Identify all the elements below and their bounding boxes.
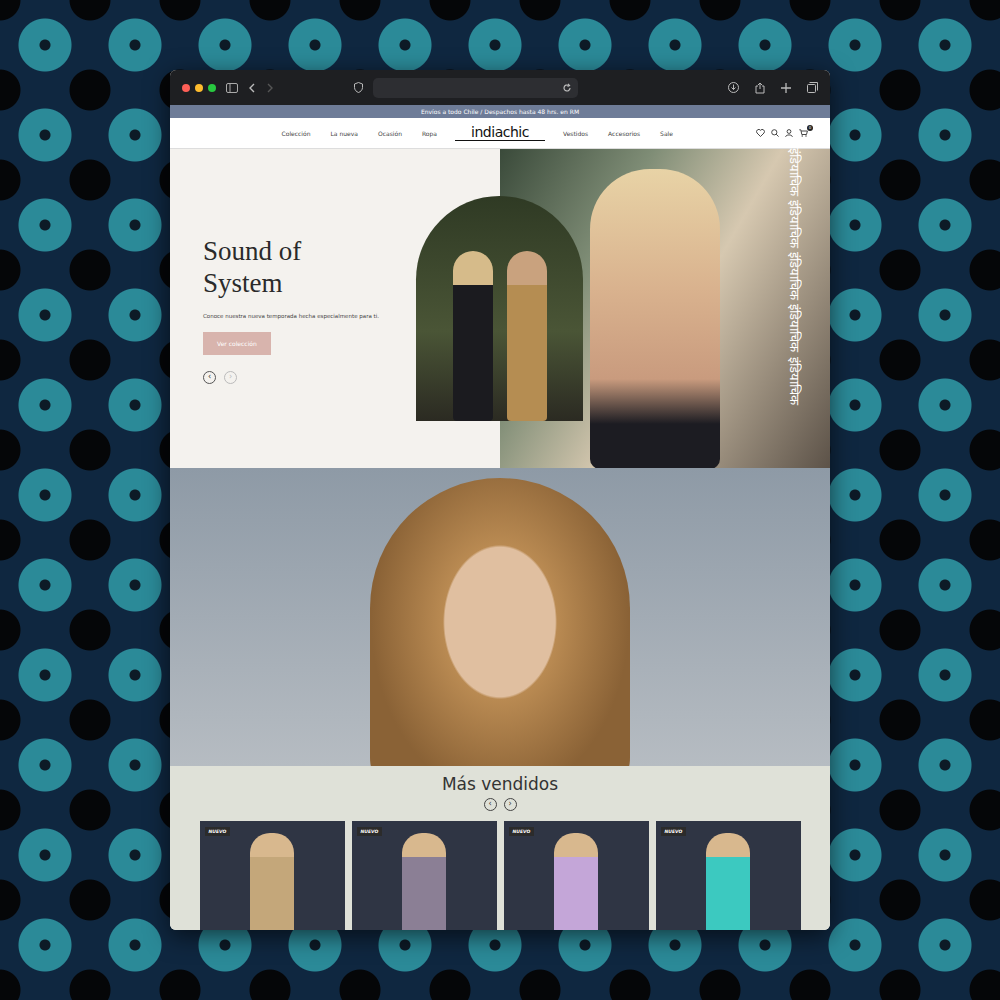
forward-icon[interactable]: [266, 83, 274, 93]
sequin-background: Envíos a todo Chile / Despachos hasta 48…: [0, 0, 1000, 1000]
cart-count-badge: 0: [807, 125, 813, 131]
heart-icon[interactable]: [756, 129, 765, 137]
new-badge: NUEVO: [661, 827, 687, 836]
new-badge: NUEVO: [357, 827, 383, 836]
tabs-icon[interactable]: [807, 82, 818, 93]
back-icon[interactable]: [248, 83, 256, 93]
user-icon[interactable]: [785, 129, 793, 137]
arch-photo: [416, 196, 583, 421]
product-card[interactable]: NUEVO: [352, 821, 497, 930]
sidebar-icon[interactable]: [226, 83, 238, 93]
slider-arrow-button[interactable]: ›: [224, 371, 237, 384]
new-badge: NUEVO: [509, 827, 535, 836]
brand-logo[interactable]: indiachic: [455, 125, 545, 141]
hero-section: Sound of System Conoce nuestra nueva temp…: [170, 149, 830, 468]
nav-link[interactable]: Sale: [660, 130, 673, 137]
campaign-photo: [170, 468, 830, 766]
nav-link[interactable]: La nueva: [331, 130, 358, 137]
hero-title: Sound of System: [203, 235, 333, 300]
cart-icon[interactable]: [799, 129, 808, 137]
reload-icon[interactable]: [562, 83, 572, 93]
site-nav: Colección La nueva Ocasión Ropa indiachic Ves…: [170, 118, 830, 149]
vertical-brand-strip: इंडियाचिक इंडियाचिक इंडियाचिक इंडियाचिक …: [786, 148, 802, 765]
zoom-dot-icon[interactable]: [208, 84, 216, 92]
new-tab-icon[interactable]: [781, 83, 791, 93]
product-card[interactable]: NUEVO: [504, 821, 649, 930]
browser-toolbar: [170, 70, 830, 105]
download-icon[interactable]: [728, 82, 739, 93]
search-icon[interactable]: [771, 129, 779, 137]
product-card[interactable]: NUEVO: [656, 821, 801, 930]
new-badge: NUEVO: [205, 827, 231, 836]
carousel-arrow-button[interactable]: ›: [504, 798, 517, 811]
minimize-dot-icon[interactable]: [195, 84, 203, 92]
view-collection-button[interactable]: Ver colección: [203, 332, 271, 355]
nav-link[interactable]: Ocasión: [378, 130, 402, 137]
slider-arrow-button[interactable]: ‹: [203, 371, 216, 384]
shield-icon: [354, 82, 363, 93]
hero-subtitle: Conoce nuestra nueva temporada hecha esp…: [203, 312, 403, 320]
product-card[interactable]: NUEVO: [200, 821, 345, 930]
nav-link[interactable]: Colección: [282, 130, 311, 137]
address-bar[interactable]: [373, 78, 578, 98]
nav-link[interactable]: Vestidos: [563, 130, 588, 137]
close-dot-icon[interactable]: [182, 84, 190, 92]
nav-link[interactable]: Ropa: [422, 130, 437, 137]
bestsellers-section: Más vendidos ‹ › NUEVO NUEVO NUEVO NUEVO: [170, 766, 830, 930]
bestsellers-title: Más vendidos: [442, 774, 558, 794]
share-icon[interactable]: [755, 82, 765, 94]
nav-link[interactable]: Accesorios: [608, 130, 640, 137]
browser-window: Envíos a todo Chile / Despachos hasta 48…: [170, 70, 830, 930]
carousel-arrow-button[interactable]: ‹: [484, 798, 497, 811]
shipping-banner: Envíos a todo Chile / Despachos hasta 48…: [170, 105, 830, 118]
